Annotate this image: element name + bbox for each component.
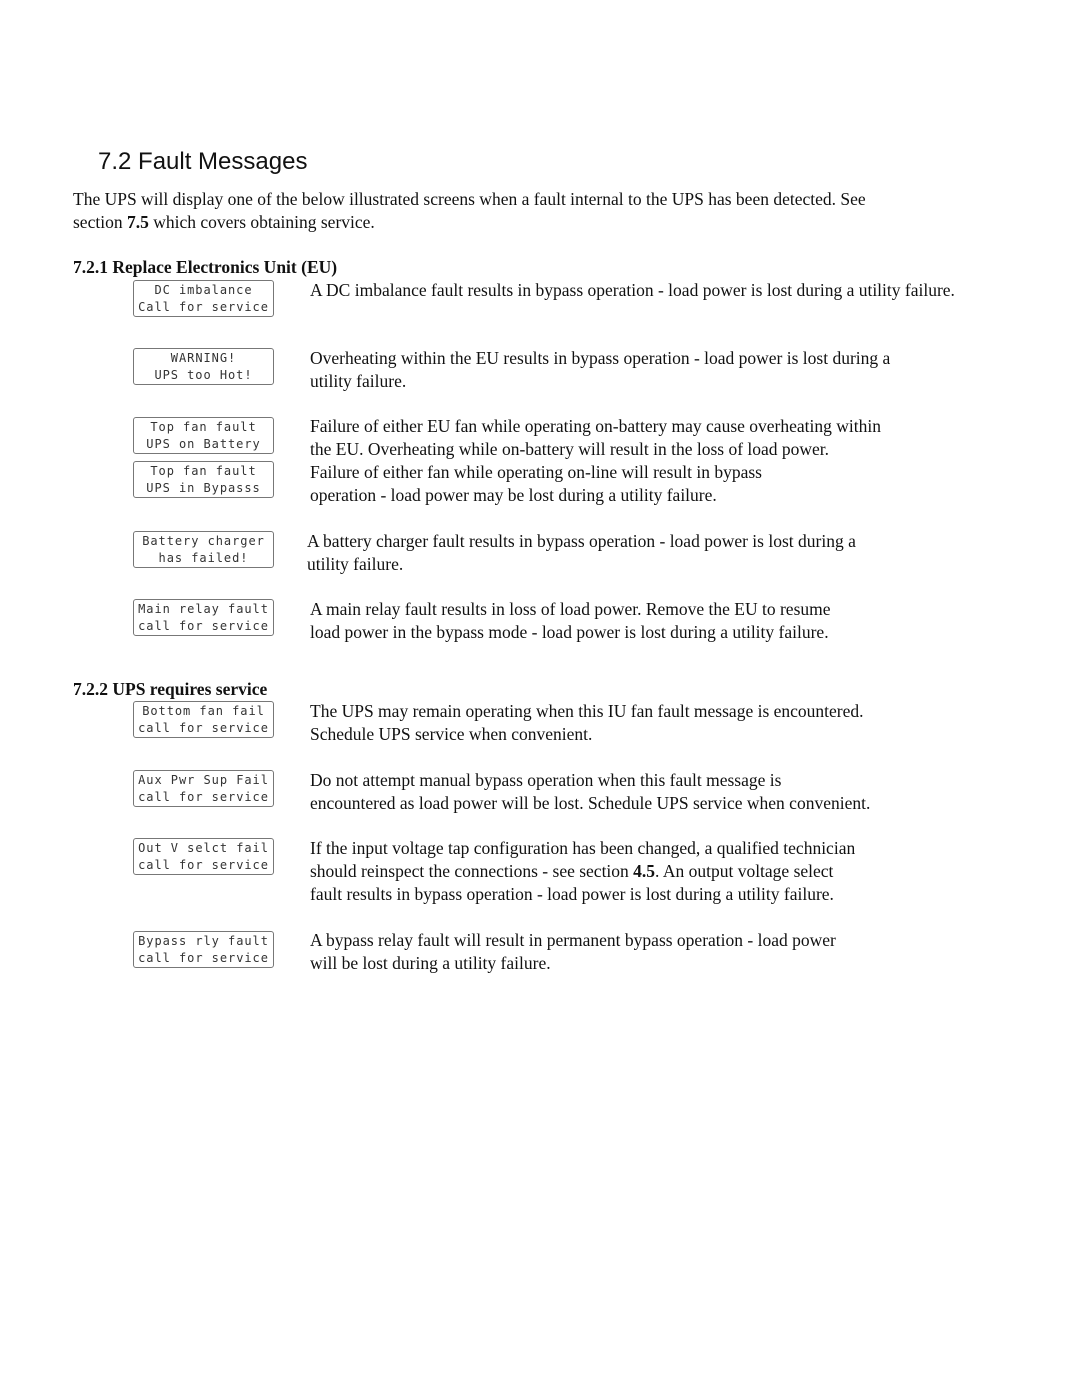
description-line: Do not attempt manual bypass operation w… (310, 769, 870, 792)
section-heading-replace-eu: 7.2.1 Replace Electronics Unit (EU) (73, 257, 338, 277)
lcd-display-screen: Top fan fault UPS on Battery (133, 417, 274, 454)
description-line: the EU. Overheating while on-battery wil… (310, 438, 881, 461)
lcd-line: Aux Pwr Sup Fail (138, 773, 269, 787)
fault-description: If the input voltage tap configuration h… (310, 837, 855, 906)
fault-description: Overheating within the EU results in byp… (310, 347, 890, 393)
lcd-display-screen: Bottom fan fail call for service (133, 701, 274, 738)
text-segment: Failure of either EU fan while operating… (310, 416, 881, 436)
description-line: Schedule UPS service when convenient. (310, 723, 864, 746)
lcd-display-screen: Main relay fault call for service (133, 599, 274, 636)
lcd-line: UPS too Hot! (154, 368, 253, 382)
description-line: should reinspect the connections - see s… (310, 860, 855, 883)
text-segment: operation - load power may be lost durin… (310, 485, 717, 505)
intro-line: The UPS will display one of the below il… (73, 189, 866, 209)
description-line: A main relay fault results in loss of lo… (310, 598, 831, 621)
text-segment: A DC imbalance fault results in bypass o… (310, 280, 955, 300)
description-line: will be lost during a utility failure. (310, 952, 836, 975)
intro-paragraph: The UPS will display one of the below il… (73, 188, 866, 234)
description-line: fault results in bypass operation - load… (310, 883, 855, 906)
description-line: A DC imbalance fault results in bypass o… (310, 279, 955, 302)
description-line: utility failure. (307, 553, 856, 576)
lcd-display-screen: Battery charger has failed! (133, 531, 274, 568)
fault-description: Failure of either fan while operating on… (310, 461, 762, 507)
lcd-line: Top fan fault (150, 420, 257, 434)
description-line: A bypass relay fault will result in perm… (310, 929, 836, 952)
lcd-line: Main relay fault (138, 602, 269, 616)
lcd-line: call for service (138, 951, 269, 965)
description-line: Failure of either EU fan while operating… (310, 415, 881, 438)
lcd-display-screen: Top fan fault UPS in Bypasss (133, 461, 274, 498)
section-reference: 4.5 (633, 861, 656, 881)
lcd-line: WARNING! (170, 351, 237, 365)
fault-description: A main relay fault results in loss of lo… (310, 598, 831, 644)
description-line: operation - load power may be lost durin… (310, 484, 762, 507)
lcd-line: UPS on Battery (146, 437, 261, 451)
lcd-line: Battery charger (142, 534, 265, 548)
lcd-line: Bottom fan fail (142, 704, 265, 718)
text-segment: load power in the bypass mode - load pow… (310, 622, 829, 642)
description-line: Overheating within the EU results in byp… (310, 347, 890, 370)
section-heading-ups-service: 7.2.2 UPS requires service (73, 679, 268, 699)
text-segment: should reinspect the connections - see s… (310, 861, 634, 881)
lcd-line: UPS in Bypasss (146, 481, 261, 495)
lcd-line: has failed! (158, 551, 249, 565)
lcd-display-screen: Bypass rly fault call for service (133, 931, 274, 968)
lcd-line: Top fan fault (150, 464, 257, 478)
lcd-line: call for service (138, 619, 269, 633)
lcd-line: DC imbalance (154, 283, 253, 297)
lcd-display-screen: WARNING! UPS too Hot! (133, 348, 274, 385)
lcd-line: Out V selct fail (138, 841, 269, 855)
lcd-line: Call for service (138, 300, 269, 314)
lcd-display-screen: Aux Pwr Sup Fail call for service (133, 770, 274, 807)
lcd-line: call for service (138, 721, 269, 735)
text-segment: A main relay fault results in loss of lo… (310, 599, 831, 619)
text-segment: will be lost during a utility failure. (310, 953, 551, 973)
text-segment: utility failure. (307, 554, 404, 574)
description-line: The UPS may remain operating when this I… (310, 700, 864, 723)
fault-description: A bypass relay fault will result in perm… (310, 929, 836, 975)
text-segment: utility failure. (310, 371, 407, 391)
page-title: 7.2 Fault Messages (98, 148, 308, 175)
lcd-line: call for service (138, 790, 269, 804)
text-segment: Do not attempt manual bypass operation w… (310, 770, 782, 790)
lcd-line: call for service (138, 858, 269, 872)
fault-description: The UPS may remain operating when this I… (310, 700, 864, 746)
description-line: utility failure. (310, 370, 890, 393)
fault-description: Do not attempt manual bypass operation w… (310, 769, 870, 815)
lcd-display-screen: DC imbalance Call for service (133, 280, 274, 317)
description-line: Failure of either fan while operating on… (310, 461, 762, 484)
text-segment: Overheating within the EU results in byp… (310, 348, 891, 368)
intro-line: section 7.5 which covers obtaining servi… (73, 212, 375, 232)
text-segment: If the input voltage tap configuration h… (310, 838, 856, 858)
section-reference: 7.5 (126, 212, 149, 232)
text-segment: Schedule UPS service when convenient. (310, 724, 593, 744)
lcd-line: Bypass rly fault (138, 934, 269, 948)
text-segment: . An output voltage select (655, 861, 834, 881)
fault-description: A DC imbalance fault results in bypass o… (310, 279, 955, 302)
text-segment: A bypass relay fault will result in perm… (310, 930, 836, 950)
text-segment: Failure of either fan while operating on… (310, 462, 762, 482)
text-segment: A battery charger fault results in bypas… (307, 531, 856, 551)
text-segment: fault results in bypass operation - load… (310, 884, 834, 904)
fault-description: Failure of either EU fan while operating… (310, 415, 881, 461)
description-line: load power in the bypass mode - load pow… (310, 621, 831, 644)
description-line: encountered as load power will be lost. … (310, 792, 870, 815)
fault-description: A battery charger fault results in bypas… (307, 530, 856, 576)
description-line: If the input voltage tap configuration h… (310, 837, 855, 860)
text-segment: encountered as load power will be lost. … (310, 793, 871, 813)
lcd-display-screen: Out V selct fail call for service (133, 838, 274, 875)
text-segment: the EU. Overheating while on-battery wil… (310, 439, 830, 459)
description-line: A battery charger fault results in bypas… (307, 530, 856, 553)
text-segment: The UPS may remain operating when this I… (310, 701, 864, 721)
